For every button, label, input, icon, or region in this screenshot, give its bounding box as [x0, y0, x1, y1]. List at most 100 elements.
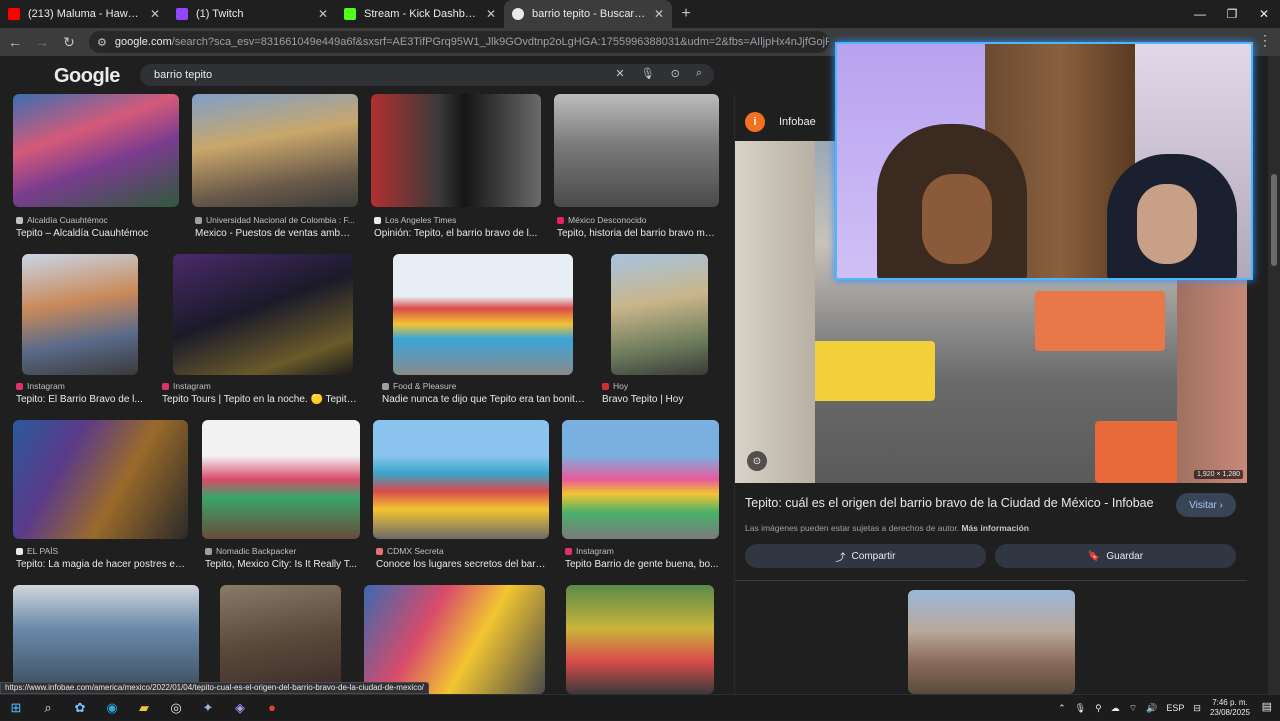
yellow-tarp — [795, 341, 935, 401]
reload-button[interactable]: ↻ — [57, 30, 81, 54]
clear-icon[interactable]: ✕ — [615, 67, 624, 80]
result-source: EL PAÍS — [16, 546, 186, 556]
result-thumb[interactable] — [611, 254, 708, 375]
minimize-button[interactable]: — — [1184, 0, 1216, 28]
related-image[interactable] — [908, 590, 1075, 694]
address-bar[interactable]: ⚙ google.com/search?sca_esv=831661049e44… — [89, 31, 829, 53]
preview-source[interactable]: i Infobae — [745, 112, 816, 132]
result-caption[interactable]: Nadie nunca te dijo que Tepito era tan b… — [382, 394, 587, 405]
result-thumb[interactable] — [13, 585, 199, 694]
discord-icon[interactable]: ◈ — [224, 695, 256, 721]
lens-icon[interactable]: ⊙ — [671, 67, 680, 80]
result-source: Alcaldía Cuauhtémoc — [16, 215, 176, 225]
image-results-grid: Alcaldía Cuauhtémoc Tepito – Alcaldía Cu… — [0, 94, 730, 694]
chevron-up-icon[interactable]: ⌃ — [1058, 703, 1066, 714]
window-controls: — ❐ ✕ — [1184, 0, 1280, 28]
result-thumb[interactable] — [173, 254, 353, 375]
webcam-overlay — [835, 42, 1253, 280]
result-thumb[interactable] — [373, 420, 549, 539]
result-thumb[interactable] — [202, 420, 360, 539]
result-source: Universidad Nacional de Colombia : F... — [195, 215, 355, 225]
result-thumb[interactable] — [371, 94, 541, 207]
restore-button[interactable]: ❐ — [1216, 0, 1248, 28]
visit-button[interactable]: Visitar › — [1176, 493, 1236, 517]
page-scrollbar[interactable] — [1268, 56, 1280, 694]
search-icon[interactable]: ⌕ — [696, 67, 702, 80]
network-icon[interactable]: ⊟ — [1193, 703, 1201, 714]
edge-icon[interactable]: ◉ — [96, 695, 128, 721]
result-thumb[interactable] — [22, 254, 138, 375]
close-tab-icon[interactable]: ✕ — [654, 7, 664, 21]
result-source: Los Angeles Times — [374, 215, 539, 225]
result-caption[interactable]: Tepito Tours | Tepito en la noche. 🟡 Tep… — [162, 394, 362, 405]
tab-maluma[interactable]: (213) Maluma - Hawái (Official ✕ — [0, 0, 168, 28]
tab-title: (1) Twitch — [196, 8, 244, 20]
result-source: CDMX Secreta — [376, 546, 546, 556]
browser-menu-icon[interactable]: ⋮ — [1258, 32, 1272, 49]
result-thumb[interactable] — [566, 585, 714, 694]
tab-google-search[interactable]: barrio tepito - Buscar con Goog ✕ — [504, 0, 672, 28]
result-caption[interactable]: Tepito: El Barrio Bravo de l... — [16, 394, 146, 405]
close-tab-icon[interactable]: ✕ — [486, 7, 496, 21]
result-thumb[interactable] — [192, 94, 358, 207]
google-icon — [512, 8, 524, 20]
result-source: Instagram — [565, 546, 720, 556]
search-input[interactable]: barrio tepito ✕ 🎙 ⊙ ⌕ — [140, 64, 714, 86]
scrollbar-thumb[interactable] — [1271, 174, 1277, 266]
person-right-face — [1137, 184, 1197, 264]
result-thumb[interactable] — [364, 585, 545, 694]
result-source: Instagram — [16, 381, 146, 391]
result-caption[interactable]: Tepito – Alcaldía Cuauhtémoc — [16, 228, 176, 239]
chrome-icon[interactable]: ◎ — [160, 695, 192, 721]
close-window-button[interactable]: ✕ — [1248, 0, 1280, 28]
visual-search-icon[interactable]: ⊙ — [747, 451, 767, 471]
mic-icon[interactable]: 🎙 — [641, 67, 655, 80]
share-button[interactable]: ⤴ Compartir — [745, 544, 986, 568]
copilot-icon[interactable]: ✿ — [64, 695, 96, 721]
close-tab-icon[interactable]: ✕ — [150, 7, 160, 21]
cloud-icon[interactable]: ☁ — [1111, 703, 1120, 714]
volume-icon[interactable]: 🔊 — [1146, 703, 1157, 714]
windows-taskbar: ⊞ ⌕ ✿ ◉ ▰ ◎ ✦ ◈ ● ⌃ 🎙 ⚲ ☁ ⌔ 🔊 ESP ⊟ 7:46… — [0, 694, 1280, 720]
tab-kick[interactable]: Stream - Kick Dashboard ✕ — [336, 0, 504, 28]
result-caption[interactable]: Opinión: Tepito, el barrio bravo de l... — [374, 228, 539, 239]
usb-icon[interactable]: ⚲ — [1095, 703, 1102, 714]
file-explorer-icon[interactable]: ▰ — [128, 695, 160, 721]
result-source: Hoy — [602, 381, 717, 391]
save-button[interactable]: 🔖 Guardar — [995, 544, 1236, 568]
mic-icon[interactable]: 🎙 — [1075, 703, 1086, 714]
result-thumb[interactable] — [393, 254, 573, 375]
clock[interactable]: 7:46 p. m. 23/08/2025 — [1210, 698, 1250, 718]
app-icon[interactable]: ✦ — [192, 695, 224, 721]
clock-time: 7:46 p. m. — [1212, 698, 1248, 707]
tab-twitch[interactable]: (1) Twitch ✕ — [168, 0, 336, 28]
result-caption[interactable]: Tepito: La magia de hacer postres en... — [16, 559, 186, 570]
forward-button[interactable]: → — [30, 30, 54, 54]
result-caption[interactable]: Tepito, Mexico City: Is It Really T... — [205, 559, 360, 570]
windows-start-icon[interactable]: ⊞ — [0, 695, 32, 721]
notifications-icon[interactable]: ▤ — [1262, 700, 1272, 713]
google-logo[interactable]: Google — [54, 65, 120, 88]
site-info-icon[interactable]: ⚙ — [97, 36, 107, 49]
preview-title[interactable]: Tepito: cuál es el origen del barrio bra… — [745, 496, 1154, 510]
record-icon[interactable]: ● — [256, 695, 288, 721]
result-caption[interactable]: Tepito Barrio de gente buena, bo... — [565, 559, 720, 570]
result-thumb[interactable] — [13, 420, 188, 539]
search-icon[interactable]: ⌕ — [32, 695, 64, 721]
save-label: Guardar — [1106, 550, 1144, 562]
back-button[interactable]: ← — [3, 30, 27, 54]
more-info-link[interactable]: Más información — [961, 523, 1029, 533]
result-caption[interactable]: Bravo Tepito | Hoy — [602, 394, 717, 405]
new-tab-button[interactable]: + — [672, 0, 700, 28]
close-tab-icon[interactable]: ✕ — [318, 7, 328, 21]
result-caption[interactable]: Conoce los lugares secretos del barri... — [376, 559, 546, 570]
result-caption[interactable]: Mexico - Puestos de ventas ambul... — [195, 228, 355, 239]
result-thumb[interactable] — [562, 420, 719, 539]
result-thumb[interactable] — [220, 585, 341, 694]
result-thumb[interactable] — [554, 94, 719, 207]
language-indicator[interactable]: ESP — [1166, 703, 1184, 713]
youtube-icon — [8, 8, 20, 20]
result-thumb[interactable] — [13, 94, 179, 207]
result-caption[interactable]: Tepito, historia del barrio bravo má... — [557, 228, 717, 239]
wifi-icon[interactable]: ⌔ — [1129, 703, 1137, 714]
